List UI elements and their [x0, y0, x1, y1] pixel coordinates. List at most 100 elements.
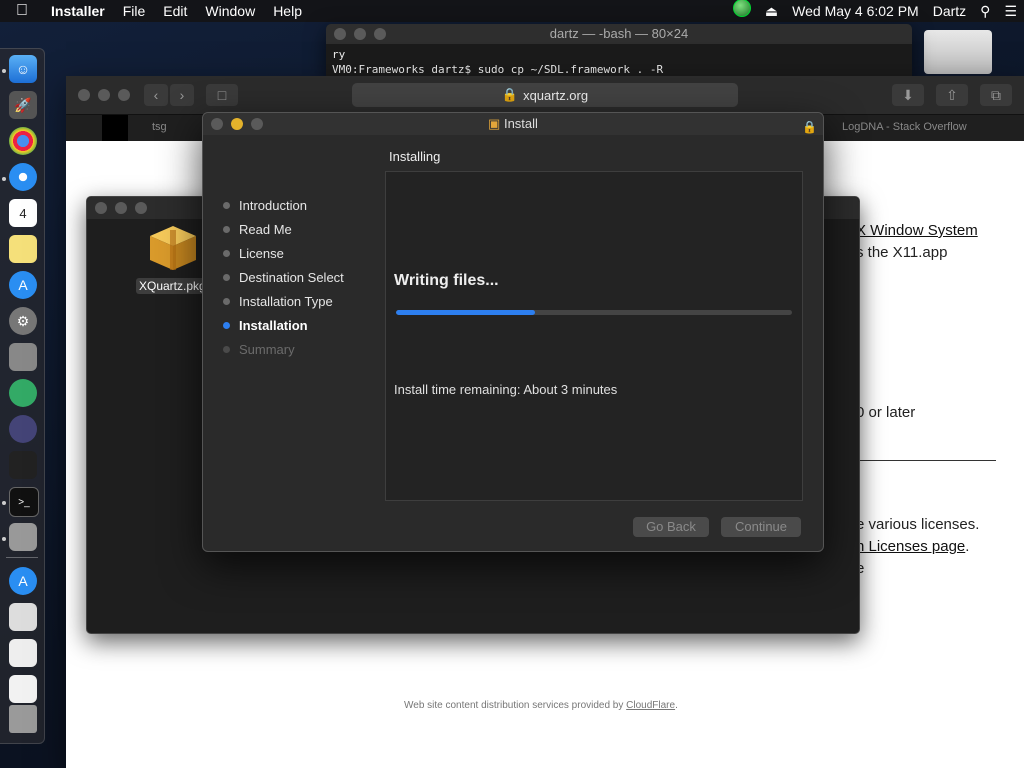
lock-icon: 🔒: [501, 87, 519, 102]
step-bullet: [223, 249, 230, 257]
web-text: 0 or later: [856, 404, 916, 421]
step-read-me: Read Me: [223, 217, 344, 241]
installer-icon[interactable]: [9, 523, 37, 551]
terminal-icon[interactable]: >_: [9, 487, 39, 517]
minimize-button[interactable]: [354, 28, 366, 40]
app-menu[interactable]: Installer: [42, 0, 114, 22]
tab-stack-overflow[interactable]: LogDNA - Stack Overflow: [842, 121, 967, 133]
web-text: e various licenses.: [856, 516, 980, 533]
address-bar[interactable]: 🔒 xquartz.org: [352, 83, 738, 107]
sidebar-toggle-icon[interactable]: □: [206, 84, 238, 106]
zoom-button[interactable]: [374, 28, 386, 40]
status-app-icon[interactable]: [726, 0, 758, 23]
step-bullet: [223, 225, 230, 233]
menu-window[interactable]: Window: [196, 0, 264, 22]
running-indicator: [2, 501, 6, 505]
step-installation-type: Installation Type: [223, 289, 344, 313]
divider: [846, 460, 996, 461]
terminal-output[interactable]: ry VM0:Frameworks dartz$ sudo cp ~/SDL.fr…: [326, 44, 912, 80]
chrome-icon[interactable]: [9, 127, 37, 155]
installer-titlebar[interactable]: ▣ Install 🔒: [203, 113, 823, 135]
x-window-system-link[interactable]: X Window System: [856, 222, 978, 239]
close-button[interactable]: [334, 28, 346, 40]
step-summary: Summary: [223, 337, 344, 361]
cloudflare-link[interactable]: CloudFlare: [626, 700, 675, 711]
step-bullet: [223, 321, 230, 329]
notes-icon[interactable]: [9, 235, 37, 263]
web-text: .: [965, 538, 970, 555]
progress-bar: [396, 310, 792, 315]
zoom-button[interactable]: [118, 89, 130, 101]
disk-icon[interactable]: [924, 30, 992, 74]
running-indicator: [2, 537, 6, 541]
notification-center-icon[interactable]: ☰: [997, 0, 1024, 22]
tab-favicon: [102, 115, 128, 141]
apple-menu-icon[interactable]: : [0, 0, 42, 22]
installer-steps: Introduction Read Me License Destination…: [223, 193, 344, 361]
spotlight-search-icon[interactable]: ⚲: [973, 0, 997, 22]
eject-icon[interactable]: ⏏: [758, 0, 785, 22]
minimize-button[interactable]: [231, 118, 243, 130]
clock[interactable]: Wed May 4 6:02 PM: [785, 0, 926, 22]
mouse-cursor: [72, 734, 79, 746]
minimize-button[interactable]: [98, 89, 110, 101]
menu-help[interactable]: Help: [264, 0, 311, 22]
installer-title: Install: [503, 116, 538, 131]
preview-icon[interactable]: [9, 343, 37, 371]
safari-toolbar: ‹ › □ 🔒 xquartz.org ⬇ ⇧ ⧉: [66, 76, 1024, 115]
licenses-link[interactable]: n Licenses page: [856, 538, 965, 555]
progress-fill: [396, 310, 535, 315]
step-label: Installation Type: [239, 293, 333, 309]
step-label: Introduction: [239, 197, 307, 213]
footer-text: Web site content distribution services p…: [404, 700, 627, 711]
step-label: License: [239, 245, 284, 261]
file-stack-icon[interactable]: [9, 675, 37, 703]
user-menu[interactable]: Dartz: [926, 0, 973, 22]
go-back-button[interactable]: Go Back: [633, 517, 709, 537]
menu-file[interactable]: File: [114, 0, 155, 22]
lock-icon[interactable]: 🔒: [802, 116, 817, 138]
launchpad-icon[interactable]: 🚀: [9, 91, 37, 119]
step-label: Read Me: [239, 221, 292, 237]
back-button[interactable]: ‹: [144, 84, 168, 106]
web-text: s the X11.app: [856, 244, 948, 261]
tabs-overview-icon[interactable]: ⧉: [980, 84, 1012, 106]
zoom-button[interactable]: [135, 202, 147, 214]
zoom-button[interactable]: [251, 118, 263, 130]
trash-icon[interactable]: [9, 705, 37, 733]
close-button[interactable]: [95, 202, 107, 214]
close-button[interactable]: [211, 118, 223, 130]
system-preferences-icon[interactable]: ⚙: [9, 307, 37, 335]
package-title-icon: ▣: [488, 116, 501, 131]
app-store-icon[interactable]: A: [9, 271, 37, 299]
finder-icon[interactable]: ☺: [9, 55, 37, 83]
document-icon[interactable]: [9, 603, 37, 631]
footer-text: .: [675, 700, 678, 711]
menu-edit[interactable]: Edit: [154, 0, 196, 22]
forward-button[interactable]: ›: [170, 84, 194, 106]
step-label: Destination Select: [239, 269, 344, 285]
step-label: Summary: [239, 341, 295, 357]
continue-button[interactable]: Continue: [721, 517, 801, 537]
status-text: Writing files...: [394, 272, 499, 289]
terminal-titlebar[interactable]: dartz — -bash — 80×24: [326, 24, 912, 44]
terminal-title: dartz — -bash — 80×24: [549, 26, 689, 41]
tab-tsg[interactable]: tsg: [152, 121, 167, 133]
install-status-panel: Writing files... Install time remaining:…: [385, 171, 803, 501]
console-icon[interactable]: [9, 451, 37, 479]
section-title: Installing: [389, 149, 441, 164]
applications-folder-icon[interactable]: A: [9, 567, 37, 595]
utility-app-icon[interactable]: [9, 379, 37, 407]
package-icon[interactable]: [146, 222, 200, 272]
downloads-icon[interactable]: ⬇: [892, 84, 924, 106]
calendar-icon[interactable]: 4: [9, 199, 37, 227]
step-introduction: Introduction: [223, 193, 344, 217]
share-icon[interactable]: ⇧: [936, 84, 968, 106]
package-file-label[interactable]: XQuartz.pkg: [136, 278, 208, 294]
close-button[interactable]: [78, 89, 90, 101]
downloads-stack-icon[interactable]: [9, 639, 37, 667]
minimize-button[interactable]: [115, 202, 127, 214]
safari-icon[interactable]: [9, 163, 37, 191]
torrent-app-icon[interactable]: [9, 415, 37, 443]
step-bullet: [223, 345, 230, 353]
